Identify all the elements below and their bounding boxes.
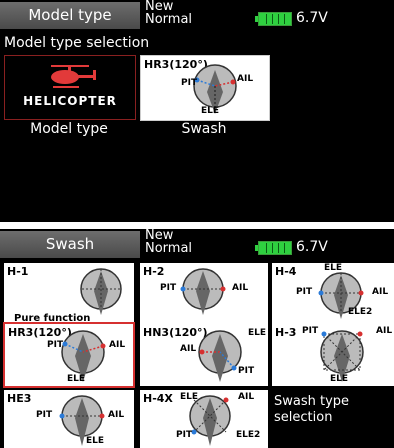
swash-tile-h3[interactable]: H-3 PIT AIL ELE <box>272 324 394 386</box>
helicopter-label: HELICOPTER <box>23 94 117 108</box>
helicopter-icon <box>51 65 96 88</box>
battery-icon <box>255 241 292 255</box>
swash-tile-h1[interactable]: H-1 Pure function <box>4 263 134 328</box>
swash-tile-h4[interactable]: H-4 ELE PIT AIL ELE2 <box>272 263 394 328</box>
ail-label: AIL <box>108 410 125 420</box>
swash-tile-he3[interactable]: HE3 PIT AIL ELE <box>4 390 134 448</box>
mode-line2: Normal <box>145 12 193 27</box>
condition-indicator: New Normal <box>145 0 192 26</box>
pit-label: PIT <box>160 283 177 293</box>
screen-title[interactable]: Model type <box>0 2 140 29</box>
swash-plate-icon <box>180 268 226 315</box>
swash-type-info: Swash type selection <box>274 394 350 425</box>
tile-name: H-3 <box>275 326 297 339</box>
ele-label: ELE <box>86 436 105 446</box>
swash-plate-icon <box>80 268 122 315</box>
tile-name: H-1 <box>7 265 29 278</box>
battery-icon <box>255 12 292 26</box>
caption-swash: Swash <box>181 121 227 137</box>
tile-name: H-4 <box>275 265 297 278</box>
tile-name: H-4X <box>143 392 173 405</box>
tile-name: H-2 <box>143 265 165 278</box>
ail-label: AIL <box>372 287 389 297</box>
pit-label: PIT <box>176 430 193 440</box>
ail-label: AIL <box>238 392 255 402</box>
ele-label: ELE <box>330 374 349 384</box>
ail-label: AIL <box>180 344 197 354</box>
ele2-label: ELE2 <box>348 307 373 317</box>
pure-function-label: Pure function <box>14 313 91 324</box>
swash-tile-h4x[interactable]: H-4X ELE AIL PIT ELE2 <box>140 390 268 448</box>
caption-model-type: Model type <box>30 121 108 137</box>
swash-button[interactable]: HR3(120°) PIT AIL ELE <box>140 55 270 121</box>
swash-tile-hr3[interactable]: HR3(120°) PIT AIL ELE <box>3 322 135 388</box>
swash-plate-icon <box>198 330 242 382</box>
pit-label: PIT <box>36 410 53 420</box>
model-type-button[interactable]: HELICOPTER <box>4 55 136 120</box>
swash-tile-h2[interactable]: H-2 PIT AIL <box>140 263 268 328</box>
pit-label: PIT <box>47 340 64 350</box>
ele-label: ELE <box>201 106 220 116</box>
pit-label: PIT <box>181 78 198 88</box>
screen-divider <box>0 222 394 229</box>
ele-label: ELE <box>180 392 199 402</box>
section-label: Model type selection <box>4 35 150 51</box>
tile-name: HE3 <box>7 392 32 405</box>
ail-label: AIL <box>376 326 393 336</box>
mode-line2: Normal <box>145 241 193 256</box>
ail-label: AIL <box>109 340 126 350</box>
pit-label: PIT <box>296 287 313 297</box>
pit-label: PIT <box>302 326 319 336</box>
ele-label: ELE <box>67 374 86 384</box>
pit-label: PIT <box>238 366 255 376</box>
swash-tile-hn3[interactable]: HN3(120°) ELE AIL PIT <box>140 324 268 386</box>
ele-label: ELE <box>248 328 267 338</box>
screen-title[interactable]: Swash <box>0 231 140 258</box>
condition-indicator: New Normal <box>145 229 192 255</box>
model-type-screen: Model type New Normal 6.7V Model type se… <box>0 0 394 222</box>
ail-label: AIL <box>237 74 254 84</box>
ail-label: AIL <box>232 283 249 293</box>
ele-label: ELE <box>324 263 343 273</box>
voltage-readout: 6.7V <box>296 10 328 26</box>
voltage-readout: 6.7V <box>296 239 328 255</box>
ele2-label: ELE2 <box>236 430 261 440</box>
